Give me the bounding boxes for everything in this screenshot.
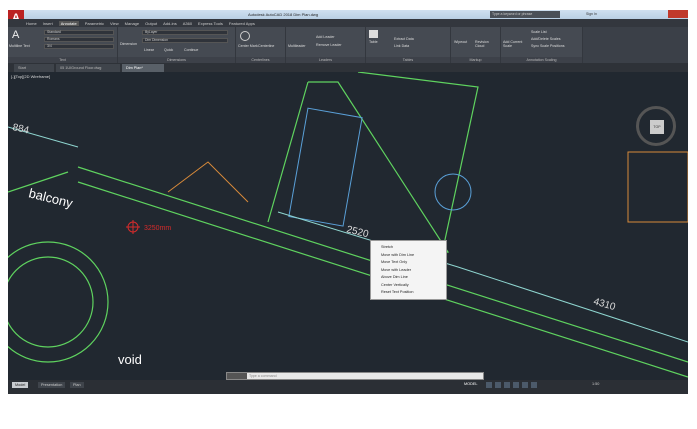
annotation-scale[interactable]: 1:50 [592,382,599,386]
status-bar: Model Presentation Plan MODEL 1:50 [8,380,688,394]
command-icons[interactable] [227,373,247,379]
ribbon-tabs: Home Insert Annotate Parametric View Manage Ou… [8,19,688,27]
menu-tab-home[interactable]: Home [26,21,37,26]
floor-plan-drawing: 884 2520 4310 balcony void 3250mm [0,71,689,378]
multiline-text-button[interactable]: Multiline Text [9,44,30,48]
autocad-window: Autodesk AutoCAD 2018 Dim Plan.dwg Type … [0,10,689,394]
context-menu-item[interactable]: Reset Text Position [371,289,446,297]
context-menu-item[interactable]: Above Dim Line [371,274,446,282]
menu-tab-express-tools[interactable]: Express Tools [198,21,223,26]
context-menu: Stretch Move with Dim Line Move Text Only M… [370,240,447,300]
extract-data-button[interactable]: Extract Data [394,37,414,41]
doc-tab-start[interactable]: Start [14,64,54,72]
menu-tab-parametric[interactable]: Parametric [85,21,104,26]
text-height-select[interactable]: 3/4 [44,44,114,49]
polar-icon[interactable] [513,382,519,388]
context-menu-item[interactable]: Move with Dim Line [371,252,446,260]
menu-tab-annotate[interactable]: Annotate [58,20,79,26]
linear-button[interactable]: Linear [144,48,154,52]
snap-icon[interactable] [495,382,501,388]
doc-tab-ground-floor[interactable]: 05 1UIGround Floor.dwg [56,64,120,72]
wall-line [308,81,450,258]
annotation-icon[interactable] [531,382,537,388]
panel-centerlines: Center Mark Centerline Centerlines [236,27,286,63]
panel-tables: Table Extract Data Link Data Tables [366,27,451,63]
doc-tab-dim-plan[interactable]: Dim Plan* [122,64,164,72]
title-bar: Autodesk AutoCAD 2018 Dim Plan.dwg Type … [8,10,688,19]
dim-2520: 2520 [345,224,370,240]
menu-tab-a360[interactable]: A360 [183,21,192,26]
dim-884: 884 [11,122,30,136]
context-menu-item[interactable]: Center Vertically [371,282,446,290]
osnap-icon[interactable] [522,382,528,388]
menu-tab-view[interactable]: View [110,21,119,26]
window-title: Autodesk AutoCAD 2018 Dim Plan.dwg [248,12,319,17]
layout-tab-plan[interactable]: Plan [70,382,84,388]
bathtub [288,107,363,227]
dimension-button[interactable]: Dimension [120,42,137,46]
context-menu-item[interactable]: Move with Leader [371,267,446,275]
table-icon [369,30,378,38]
document-tabs: Start 05 1UIGround Floor.dwg Dim Plan* [8,63,688,72]
center-mark-icon [240,31,250,41]
command-line[interactable]: Type a command [226,372,484,380]
remove-leader-button[interactable]: Remove Leader [316,43,342,47]
label-void: void [118,352,142,367]
menu-tab-add-ins[interactable]: Add-ins [163,21,177,26]
multileader-button[interactable]: Multileader [288,44,306,48]
ribbon: A Multiline Text Standard Romans 3/4 Tex… [8,27,583,63]
model-space-button[interactable]: MODEL [464,382,478,386]
grid-icon[interactable] [486,382,492,388]
panel-leaders: Multileader Add Leader Remove Leader Lea… [286,27,366,63]
sync-scale-button[interactable]: Sync Scale Positions [531,44,565,48]
quick-button[interactable]: Quick [164,48,173,52]
spiral-stair [2,256,94,348]
menu-tab-featured-apps[interactable]: Featured Apps [229,21,255,26]
command-input[interactable]: Type a command [249,374,277,378]
center-mark-button[interactable]: Center Mark [238,44,258,48]
continue-button[interactable]: Continue [184,48,198,52]
search-input[interactable]: Type a keyword or phrase [490,11,560,18]
menu-tab-insert[interactable]: Insert [43,21,53,26]
text-style-select[interactable]: Standard [44,30,114,35]
furniture [167,151,689,223]
drawing-canvas[interactable]: 884 2520 4310 balcony void 3250mm [-][To… [0,71,689,380]
add-delete-scales-button[interactable]: Add/Delete Scales [531,37,561,41]
layout-tab-model[interactable]: Model [12,382,29,388]
layout-tab-presentation[interactable]: Presentation [38,382,66,388]
panel-annotation-scaling: Add Current Scale Scale List Add/Delete … [501,27,583,63]
context-menu-item[interactable]: Move Text Only [371,259,446,267]
centerline-button[interactable]: Centerline [258,44,274,48]
panel-markup: Wipeout Revision Cloud Markup [451,27,501,63]
wipeout-button[interactable]: Wipeout [454,40,467,44]
status-toggles [486,382,537,388]
add-leader-button[interactable]: Add Leader [316,35,335,39]
menu-tab-manage[interactable]: Manage [125,21,139,26]
context-menu-item[interactable]: Stretch [371,244,446,252]
label-balcony: balcony [27,185,75,211]
link-data-button[interactable]: Link Data [394,44,409,48]
close-button[interactable] [668,10,688,18]
add-current-scale-button[interactable]: Add Current Scale [503,40,527,48]
dim-4310: 4310 [592,296,617,313]
revision-cloud-button[interactable]: Revision Cloud [475,40,497,48]
sign-in[interactable]: Sign In [586,12,597,16]
viewcube[interactable]: TOP [636,106,676,146]
panel-dimensions: Dimension ByLayer Dim Dimension Linear Q… [118,27,236,63]
ortho-icon[interactable] [504,382,510,388]
panel-text: A Multiline Text Standard Romans 3/4 Tex… [8,27,118,63]
dim-style-select[interactable]: ByLayer [142,30,228,35]
dim-layer-select[interactable]: Dim Dimension [142,38,228,43]
viewcube-top[interactable]: TOP [650,120,664,134]
wall-line [267,81,309,223]
viewport-label[interactable]: [-][Top][2D Wireframe] [11,74,50,79]
menu-tab-output[interactable]: Output [145,21,157,26]
multiline-text-icon[interactable]: A [12,29,19,41]
radius-label: 3250mm [144,225,171,232]
text-font-select[interactable]: Romans [44,37,114,42]
table-button[interactable]: Table [369,40,378,44]
scale-list-button[interactable]: Scale List [531,30,547,34]
